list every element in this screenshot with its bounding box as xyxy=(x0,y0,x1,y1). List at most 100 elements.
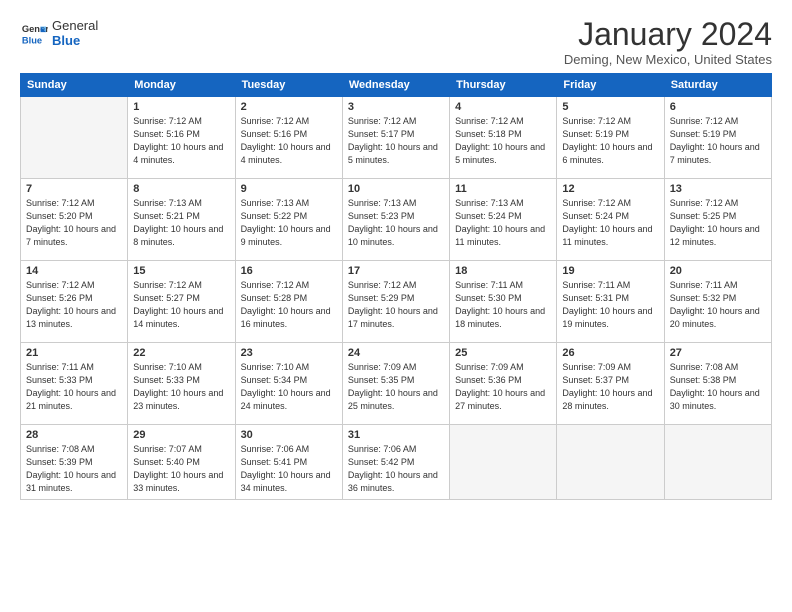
col-header-thursday: Thursday xyxy=(450,74,557,97)
col-header-saturday: Saturday xyxy=(664,74,771,97)
calendar-cell: 29 Sunrise: 7:07 AMSunset: 5:40 PMDayligh… xyxy=(128,425,235,500)
day-info: Sunrise: 7:12 AMSunset: 5:20 PMDaylight:… xyxy=(26,197,122,249)
calendar-cell: 28 Sunrise: 7:08 AMSunset: 5:39 PMDayligh… xyxy=(21,425,128,500)
day-info: Sunrise: 7:07 AMSunset: 5:40 PMDaylight:… xyxy=(133,443,229,495)
day-number: 26 xyxy=(562,347,658,359)
day-info: Sunrise: 7:12 AMSunset: 5:17 PMDaylight:… xyxy=(348,115,444,167)
day-info: Sunrise: 7:13 AMSunset: 5:22 PMDaylight:… xyxy=(241,197,337,249)
calendar-cell: 5 Sunrise: 7:12 AMSunset: 5:19 PMDaylight… xyxy=(557,97,664,179)
col-header-wednesday: Wednesday xyxy=(342,74,449,97)
title-block: January 2024 Deming, New Mexico, United … xyxy=(564,18,772,67)
calendar-cell: 7 Sunrise: 7:12 AMSunset: 5:20 PMDaylight… xyxy=(21,179,128,261)
header: General Blue General Blue January 2024 D… xyxy=(20,18,772,67)
logo-icon: General Blue xyxy=(20,19,48,47)
day-info: Sunrise: 7:10 AMSunset: 5:34 PMDaylight:… xyxy=(241,361,337,413)
day-number: 8 xyxy=(133,183,229,195)
day-number: 12 xyxy=(562,183,658,195)
calendar-cell xyxy=(664,425,771,500)
day-number: 11 xyxy=(455,183,551,195)
calendar-cell: 21 Sunrise: 7:11 AMSunset: 5:33 PMDayligh… xyxy=(21,343,128,425)
location: Deming, New Mexico, United States xyxy=(564,52,772,67)
day-info: Sunrise: 7:12 AMSunset: 5:24 PMDaylight:… xyxy=(562,197,658,249)
day-number: 1 xyxy=(133,101,229,113)
calendar-cell: 24Sunrise: 7:09 AMSunset: 5:35 PMDayligh… xyxy=(342,343,449,425)
day-number: 15 xyxy=(133,265,229,277)
day-number: 28 xyxy=(26,429,122,441)
calendar-cell: 9 Sunrise: 7:13 AMSunset: 5:22 PMDaylight… xyxy=(235,179,342,261)
calendar-cell: 3 Sunrise: 7:12 AMSunset: 5:17 PMDaylight… xyxy=(342,97,449,179)
day-info: Sunrise: 7:12 AMSunset: 5:29 PMDaylight:… xyxy=(348,279,444,331)
calendar-cell: 18Sunrise: 7:11 AMSunset: 5:30 PMDayligh… xyxy=(450,261,557,343)
col-header-sunday: Sunday xyxy=(21,74,128,97)
day-number: 25 xyxy=(455,347,551,359)
calendar-table: SundayMondayTuesdayWednesdayThursdayFrid… xyxy=(20,73,772,500)
calendar-cell: 8 Sunrise: 7:13 AMSunset: 5:21 PMDaylight… xyxy=(128,179,235,261)
day-number: 17 xyxy=(348,265,444,277)
day-info: Sunrise: 7:08 AMSunset: 5:39 PMDaylight:… xyxy=(26,443,122,495)
day-info: Sunrise: 7:12 AMSunset: 5:25 PMDaylight:… xyxy=(670,197,766,249)
calendar-cell: 22Sunrise: 7:10 AMSunset: 5:33 PMDayligh… xyxy=(128,343,235,425)
day-info: Sunrise: 7:11 AMSunset: 5:33 PMDaylight:… xyxy=(26,361,122,413)
day-number: 31 xyxy=(348,429,444,441)
day-info: Sunrise: 7:12 AMSunset: 5:16 PMDaylight:… xyxy=(133,115,229,167)
calendar-cell: 16 Sunrise: 7:12 AMSunset: 5:28 PMDayligh… xyxy=(235,261,342,343)
col-header-tuesday: Tuesday xyxy=(235,74,342,97)
calendar-cell: 4Sunrise: 7:12 AMSunset: 5:18 PMDaylight… xyxy=(450,97,557,179)
month-title: January 2024 xyxy=(564,18,772,50)
day-number: 29 xyxy=(133,429,229,441)
day-info: Sunrise: 7:06 AMSunset: 5:42 PMDaylight:… xyxy=(348,443,444,495)
day-number: 5 xyxy=(562,101,658,113)
calendar-cell: 6Sunrise: 7:12 AMSunset: 5:19 PMDaylight… xyxy=(664,97,771,179)
calendar-cell: 17 Sunrise: 7:12 AMSunset: 5:29 PMDayligh… xyxy=(342,261,449,343)
logo-general: General xyxy=(52,18,98,33)
day-info: Sunrise: 7:09 AMSunset: 5:36 PMDaylight:… xyxy=(455,361,551,413)
day-number: 16 xyxy=(241,265,337,277)
calendar-cell: 13 Sunrise: 7:12 AMSunset: 5:25 PMDayligh… xyxy=(664,179,771,261)
day-number: 7 xyxy=(26,183,122,195)
day-info: Sunrise: 7:10 AMSunset: 5:33 PMDaylight:… xyxy=(133,361,229,413)
day-number: 27 xyxy=(670,347,766,359)
day-number: 30 xyxy=(241,429,337,441)
page: General Blue General Blue January 2024 D… xyxy=(0,0,792,612)
calendar-cell xyxy=(21,97,128,179)
day-number: 23 xyxy=(241,347,337,359)
calendar-cell: 31 Sunrise: 7:06 AMSunset: 5:42 PMDayligh… xyxy=(342,425,449,500)
col-header-monday: Monday xyxy=(128,74,235,97)
day-number: 10 xyxy=(348,183,444,195)
day-number: 18 xyxy=(455,265,551,277)
logo-blue: Blue xyxy=(52,33,98,48)
calendar-cell: 23 Sunrise: 7:10 AMSunset: 5:34 PMDayligh… xyxy=(235,343,342,425)
day-info: Sunrise: 7:13 AMSunset: 5:21 PMDaylight:… xyxy=(133,197,229,249)
calendar-cell: 14 Sunrise: 7:12 AMSunset: 5:26 PMDayligh… xyxy=(21,261,128,343)
day-info: Sunrise: 7:06 AMSunset: 5:41 PMDaylight:… xyxy=(241,443,337,495)
calendar-cell: 12 Sunrise: 7:12 AMSunset: 5:24 PMDayligh… xyxy=(557,179,664,261)
day-number: 13 xyxy=(670,183,766,195)
day-info: Sunrise: 7:12 AMSunset: 5:26 PMDaylight:… xyxy=(26,279,122,331)
day-info: Sunrise: 7:12 AMSunset: 5:18 PMDaylight:… xyxy=(455,115,551,167)
calendar-cell: 19Sunrise: 7:11 AMSunset: 5:31 PMDayligh… xyxy=(557,261,664,343)
calendar-cell: 25 Sunrise: 7:09 AMSunset: 5:36 PMDayligh… xyxy=(450,343,557,425)
calendar-cell: 2 Sunrise: 7:12 AMSunset: 5:16 PMDaylight… xyxy=(235,97,342,179)
calendar-cell: 30 Sunrise: 7:06 AMSunset: 5:41 PMDayligh… xyxy=(235,425,342,500)
day-number: 20 xyxy=(670,265,766,277)
day-info: Sunrise: 7:09 AMSunset: 5:37 PMDaylight:… xyxy=(562,361,658,413)
day-number: 14 xyxy=(26,265,122,277)
day-number: 24 xyxy=(348,347,444,359)
day-number: 21 xyxy=(26,347,122,359)
calendar-cell: 26 Sunrise: 7:09 AMSunset: 5:37 PMDayligh… xyxy=(557,343,664,425)
day-number: 2 xyxy=(241,101,337,113)
day-number: 3 xyxy=(348,101,444,113)
day-number: 6 xyxy=(670,101,766,113)
day-info: Sunrise: 7:12 AMSunset: 5:16 PMDaylight:… xyxy=(241,115,337,167)
calendar-cell xyxy=(557,425,664,500)
day-info: Sunrise: 7:12 AMSunset: 5:27 PMDaylight:… xyxy=(133,279,229,331)
day-info: Sunrise: 7:12 AMSunset: 5:19 PMDaylight:… xyxy=(562,115,658,167)
day-number: 9 xyxy=(241,183,337,195)
day-info: Sunrise: 7:08 AMSunset: 5:38 PMDaylight:… xyxy=(670,361,766,413)
calendar-cell xyxy=(450,425,557,500)
calendar-cell: 15 Sunrise: 7:12 AMSunset: 5:27 PMDayligh… xyxy=(128,261,235,343)
day-info: Sunrise: 7:12 AMSunset: 5:28 PMDaylight:… xyxy=(241,279,337,331)
calendar-cell: 20 Sunrise: 7:11 AMSunset: 5:32 PMDayligh… xyxy=(664,261,771,343)
day-info: Sunrise: 7:11 AMSunset: 5:32 PMDaylight:… xyxy=(670,279,766,331)
calendar-cell: 27 Sunrise: 7:08 AMSunset: 5:38 PMDayligh… xyxy=(664,343,771,425)
